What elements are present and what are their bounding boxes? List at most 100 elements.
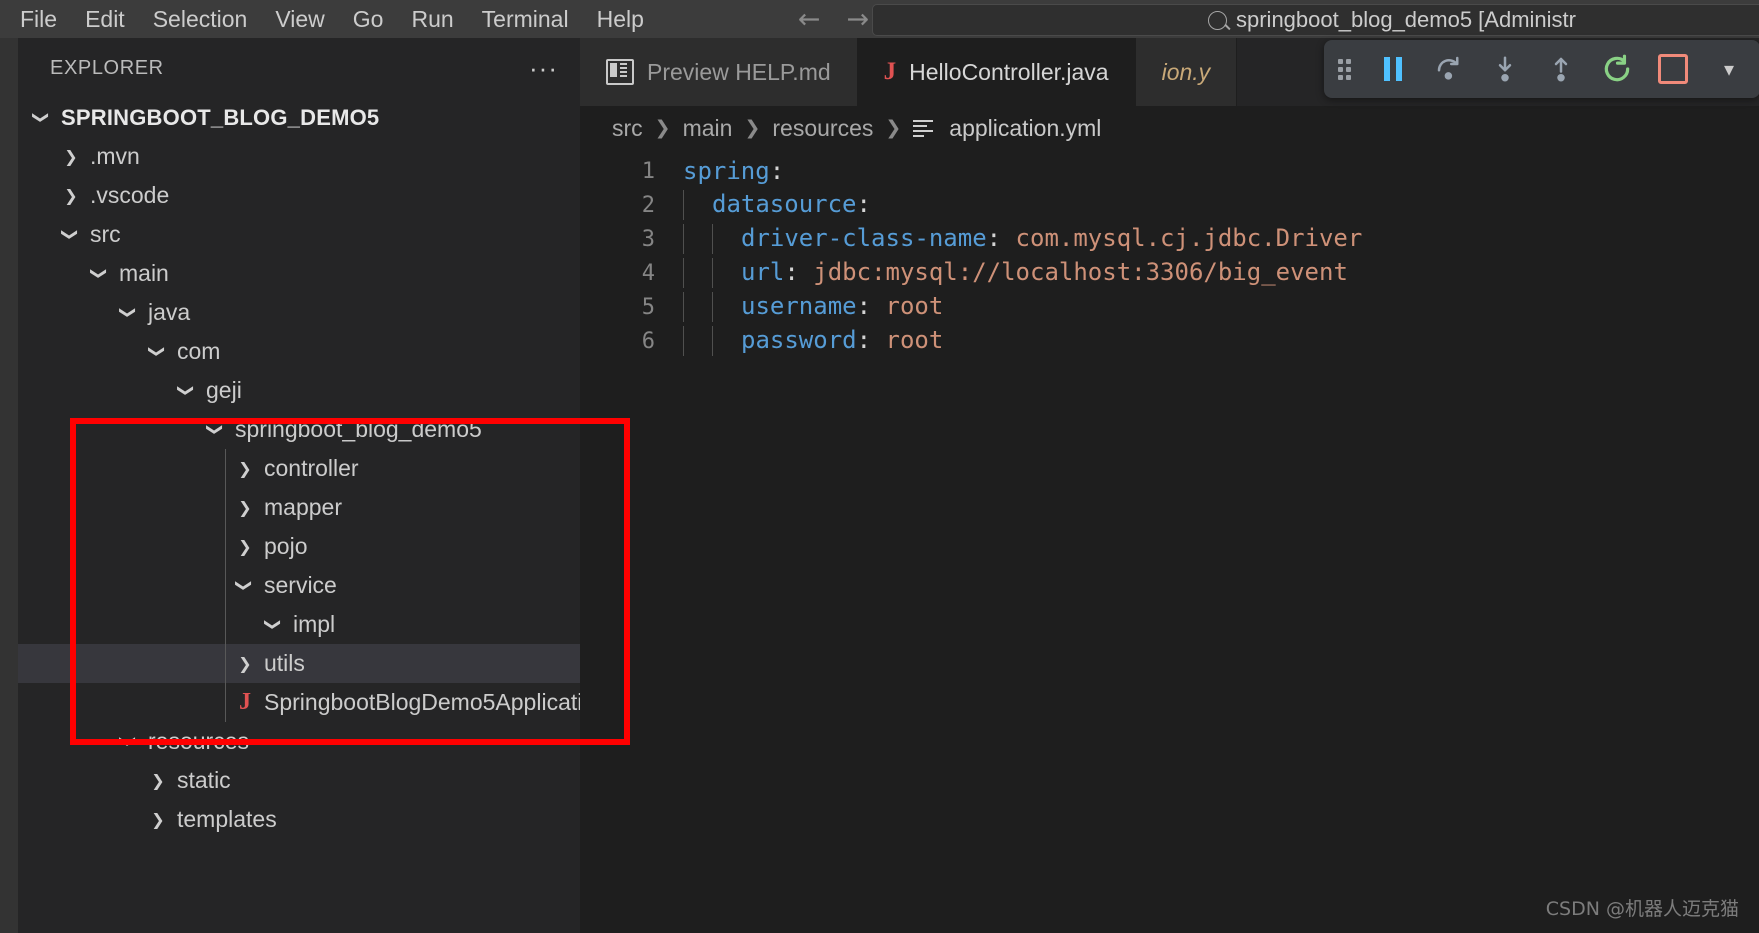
- editor-tab[interactable]: ion.y: [1135, 38, 1238, 106]
- breadcrumb-segment[interactable]: resources: [772, 115, 873, 142]
- tree-folder[interactable]: .mvn: [18, 137, 580, 176]
- breadcrumb-separator-icon: ❯: [654, 117, 671, 139]
- vscode-window: File Edit Selection View Go Run Terminal Help ←…: [0, 0, 1759, 933]
- code-line[interactable]: 2 datasource:: [580, 188, 1759, 222]
- tree-item-label: mapper: [264, 494, 342, 520]
- menu-item-go[interactable]: Go: [339, 0, 398, 38]
- code-line[interactable]: 3 driver-class-name: com.mysql.cj.jdbc.D…: [580, 222, 1759, 256]
- tree-item-label: .vscode: [90, 182, 170, 208]
- search-icon: [1208, 10, 1227, 30]
- chevron-right-icon[interactable]: [59, 147, 83, 166]
- line-number: 3: [641, 226, 655, 252]
- restart-icon[interactable]: [1600, 52, 1634, 86]
- menu-item-selection[interactable]: Selection: [139, 0, 262, 38]
- chevron-right-icon[interactable]: [59, 186, 83, 205]
- back-arrow-icon[interactable]: ←: [798, 6, 821, 33]
- tab-label: HelloController.java: [909, 58, 1109, 85]
- tree-folder[interactable]: static: [18, 761, 580, 800]
- tree-root[interactable]: SPRINGBOOT_BLOG_DEMO5: [18, 98, 580, 137]
- menu-item-run[interactable]: Run: [397, 0, 467, 38]
- chevron-down-icon[interactable]: [117, 303, 141, 322]
- chevron-down-icon[interactable]: [88, 264, 112, 283]
- editor-tab[interactable]: J HelloController.java: [857, 38, 1136, 106]
- tree-item-label: com: [177, 338, 221, 364]
- tree-folder[interactable]: pojo: [18, 527, 580, 566]
- chevron-down-icon[interactable]: [117, 732, 141, 751]
- activity-bar[interactable]: [0, 38, 18, 933]
- step-over-icon[interactable]: [1432, 52, 1466, 86]
- menu-item-file[interactable]: File: [6, 0, 71, 38]
- debug-toolbar[interactable]: ▾: [1324, 40, 1759, 98]
- code-line[interactable]: 4 url: jdbc:mysql://localhost:3306/big_e…: [580, 256, 1759, 290]
- tree-item-label: SpringbootBlogDemo5Application.java: [264, 689, 580, 715]
- code-editor[interactable]: 1 spring: 2 datasource: 3 driver-class-name…: [580, 150, 1759, 358]
- code-line[interactable]: 5 username: root: [580, 290, 1759, 324]
- chevron-down-icon[interactable]: [233, 576, 257, 595]
- chevron-right-icon[interactable]: [233, 459, 257, 478]
- menu-item-help[interactable]: Help: [583, 0, 658, 38]
- tree-folder[interactable]: mapper: [18, 488, 580, 527]
- tree-folder[interactable]: src: [18, 215, 580, 254]
- chevron-down-icon[interactable]: [175, 381, 199, 400]
- tree-folder[interactable]: main: [18, 254, 580, 293]
- pause-icon[interactable]: [1376, 52, 1410, 86]
- menu-item-edit[interactable]: Edit: [71, 0, 139, 38]
- breadcrumb-segment[interactable]: src: [612, 115, 643, 142]
- command-center-search[interactable]: springboot_blog_demo5 [Administr: [872, 4, 1759, 36]
- tree-folder[interactable]: springboot_blog_demo5: [18, 410, 580, 449]
- tree-item-label: springboot_blog_demo5: [235, 416, 482, 442]
- breadcrumb-segment[interactable]: main: [683, 115, 733, 142]
- tree-item-label: geji: [206, 377, 242, 403]
- breadcrumb-file[interactable]: application.yml: [949, 115, 1101, 142]
- code-line[interactable]: 1 spring:: [580, 154, 1759, 188]
- chevron-down-icon[interactable]: [204, 420, 228, 439]
- chevron-down-icon[interactable]: [30, 108, 54, 127]
- tree-folder[interactable]: templates: [18, 800, 580, 839]
- tree-item-label: static: [177, 767, 231, 793]
- tab-label: Preview HELP.md: [647, 58, 831, 85]
- breadcrumb-separator-icon: ❯: [744, 117, 761, 139]
- tree-folder[interactable]: impl: [18, 605, 580, 644]
- indent-guide: [225, 449, 226, 722]
- step-out-icon[interactable]: [1544, 52, 1578, 86]
- stop-icon[interactable]: [1656, 52, 1690, 86]
- tree-folder[interactable]: service: [18, 566, 580, 605]
- chevron-down-icon[interactable]: [262, 615, 286, 634]
- code-line-content: password: root: [683, 326, 943, 356]
- yaml-key: password: [741, 326, 857, 354]
- tree-item-label: SPRINGBOOT_BLOG_DEMO5: [61, 104, 380, 130]
- step-into-icon[interactable]: [1488, 52, 1522, 86]
- chevron-right-icon[interactable]: [146, 771, 170, 790]
- tree-folder[interactable]: utils: [18, 644, 580, 683]
- yaml-colon: :: [784, 258, 799, 286]
- yaml-key: url: [741, 258, 785, 286]
- forward-arrow-icon[interactable]: →: [847, 6, 870, 33]
- tree-folder[interactable]: com: [18, 332, 580, 371]
- chevron-down-icon[interactable]: [59, 225, 83, 244]
- code-line[interactable]: 6 password: root: [580, 324, 1759, 358]
- tree-item-label: .mvn: [90, 143, 140, 169]
- tree-folder[interactable]: .vscode: [18, 176, 580, 215]
- yaml-value: root: [885, 292, 944, 320]
- yaml-key: username: [741, 292, 857, 320]
- chevron-right-icon[interactable]: [146, 810, 170, 829]
- menu-item-view[interactable]: View: [261, 0, 338, 38]
- window-title: springboot_blog_demo5 [Administr: [1236, 7, 1576, 32]
- chevron-right-icon[interactable]: [233, 498, 257, 517]
- tree-folder[interactable]: controller: [18, 449, 580, 488]
- chevron-down-icon[interactable]: ▾: [1712, 52, 1746, 86]
- tree-folder[interactable]: resources: [18, 722, 580, 761]
- tree-file[interactable]: J SpringbootBlogDemo5Application.java: [18, 683, 580, 722]
- more-actions-icon[interactable]: ···: [529, 55, 558, 81]
- tree-item-label: service: [264, 572, 337, 598]
- menu-item-terminal[interactable]: Terminal: [468, 0, 583, 38]
- tree-item-label: impl: [293, 611, 336, 637]
- editor-tab[interactable]: Preview HELP.md: [580, 38, 858, 106]
- chevron-right-icon[interactable]: [233, 654, 257, 673]
- chevron-down-icon[interactable]: [146, 342, 170, 361]
- tree-item-label: controller: [264, 455, 359, 481]
- tree-folder[interactable]: geji: [18, 371, 580, 410]
- drag-handle-icon[interactable]: [1338, 59, 1354, 80]
- chevron-right-icon[interactable]: [233, 537, 257, 556]
- tree-folder[interactable]: java: [18, 293, 580, 332]
